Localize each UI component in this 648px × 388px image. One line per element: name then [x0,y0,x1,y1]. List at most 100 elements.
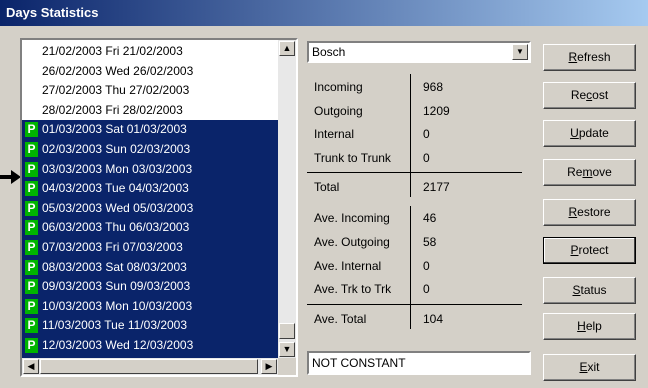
internal-value: 0 [423,127,430,141]
days-listbox[interactable]: 21/02/2003 Fri 21/02/2003 26/02/2003 Wed … [20,38,298,377]
protected-p-icon: P [25,318,38,334]
ave-internal-value: 0 [423,259,430,273]
incoming-value: 968 [423,80,444,94]
status-accel: S [572,283,581,297]
list-item[interactable]: 28/02/2003 Fri 28/02/2003 [22,101,280,121]
ave-incoming-label: Ave. Incoming [314,211,390,225]
protected-p-icon: P [25,141,38,157]
protected-p-icon: P [25,279,38,295]
scroll-down-button[interactable]: ▼ [279,342,295,357]
help-accel: H [577,319,586,333]
title-bar: Days Statistics [0,0,648,26]
divider [410,305,411,329]
list-item-text: 26/02/2003 Wed 26/02/2003 [42,63,194,78]
list-item[interactable]: P 03/03/2003 Mon 03/03/2003 [22,159,280,180]
scroll-up-button[interactable]: ▲ [279,41,295,56]
list-item-text: 01/03/2003 Sat 01/03/2003 [42,122,187,137]
exit-button[interactable]: Exit [543,354,636,381]
ave-trk-label: Ave. Trk to Trk [314,282,392,296]
horizontal-scroll-thumb[interactable] [40,359,258,374]
list-item[interactable]: P 02/03/2003 Sun 02/03/2003 [22,139,280,160]
refresh-button[interactable]: Refresh [543,44,636,71]
ave-outgoing-label: Ave. Outgoing [314,235,390,249]
list-item-text: 21/02/2003 Fri 21/02/2003 [42,44,183,58]
update-label: pdate [578,126,609,140]
divider [410,206,411,304]
status-button[interactable]: Status [543,277,636,304]
protected-p-icon: P [25,161,38,177]
status-field: NOT CONSTANT [307,351,531,375]
protected-p-icon: P [25,220,38,236]
update-button[interactable]: Update [543,120,636,147]
divider [307,172,522,173]
list-item-text: 27/02/2003 Thu 27/02/2003 [42,83,190,98]
protect-button[interactable]: Protect [543,237,636,264]
scroll-corner [278,358,296,375]
refresh-label: efresh [577,50,611,64]
recost-label-pre: Re [570,88,587,102]
recost-button[interactable]: Recost [543,82,636,109]
ave-total-value: 104 [423,312,444,326]
list-item-text: 02/03/2003 Sun 02/03/2003 [42,141,191,156]
divider [410,173,411,197]
help-button[interactable]: Help [543,313,636,340]
window-title: Days Statistics [6,5,99,20]
list-item-text: 12/03/2003 Wed 12/03/2003 [42,337,194,352]
remove-label-pre: Re [567,165,583,179]
list-item-text: 10/03/2003 Mon 10/03/2003 [42,298,193,313]
list-item[interactable]: P 11/03/2003 Tue 11/03/2003 [22,316,280,336]
combo-value: Bosch [312,45,346,59]
outgoing-label: Outgoing [314,104,363,118]
list-item[interactable]: P 04/03/2003 Tue 04/03/2003 [22,179,280,199]
ave-outgoing-value: 58 [423,235,437,249]
exit-label: xit [587,360,600,374]
restore-button[interactable]: Restore [543,199,636,226]
restore-accel: R [568,205,578,219]
scroll-thumb[interactable] [279,323,295,339]
protected-p-icon: P [25,122,38,138]
protected-p-icon: P [25,337,38,353]
total-label: Total [314,180,340,194]
ave-trk-value: 0 [423,282,430,296]
status-label: tatus [580,283,607,297]
update-accel: U [570,126,579,140]
outgoing-value: 1209 [423,104,450,118]
chevron-down-icon[interactable]: ▼ [512,44,528,60]
list-item[interactable]: P 12/03/2003 Wed 12/03/2003 [22,335,280,356]
horizontal-scrollbar[interactable]: ◀ ▶ [22,358,280,375]
protected-p-icon: P [25,200,38,216]
exit-accel: E [579,360,588,374]
list-item-text: 09/03/2003 Sun 09/03/2003 [42,279,191,294]
list-item-text: 04/03/2003 Tue 04/03/2003 [42,181,189,196]
list-item[interactable]: P 06/03/2003 Thu 06/03/2003 [22,218,280,238]
list-item[interactable]: P 10/03/2003 Mon 10/03/2003 [22,296,280,317]
list-item-text: 08/03/2003 Sat 08/03/2003 [42,259,187,274]
trunk-label: Trunk to Trunk [314,151,391,165]
divider [307,304,522,305]
vertical-scrollbar[interactable]: ▲ ▼ [278,40,296,358]
list-item[interactable]: P 07/03/2003 Fri 07/03/2003 [22,237,280,258]
scroll-left-button[interactable]: ◀ [23,359,39,374]
restore-label: estore [577,205,611,219]
extension-combo[interactable]: Bosch ▼ [307,41,531,63]
pointer-arrow-icon [0,170,21,184]
list-item[interactable]: 26/02/2003 Wed 26/02/2003 [22,62,280,82]
total-value: 2177 [423,180,450,194]
protect-label: rotect [578,243,609,257]
list-item[interactable]: P 01/03/2003 Sat 01/03/2003 [22,120,280,140]
list-item[interactable]: P 08/03/2003 Sat 08/03/2003 [22,257,280,278]
internal-label: Internal [314,127,355,141]
scroll-right-button[interactable]: ▶ [261,359,277,374]
list-item[interactable]: P 09/03/2003 Sun 09/03/2003 [22,277,280,297]
protect-accel: P [570,243,579,257]
remove-button[interactable]: Remove [543,159,636,186]
ave-internal-label: Ave. Internal [314,259,382,273]
list-item[interactable]: 21/02/2003 Fri 21/02/2003 [22,42,280,62]
list-item-text: 11/03/2003 Tue 11/03/2003 [42,318,188,333]
list-item-text: 05/03/2003 Wed 05/03/2003 [42,200,194,215]
list-item[interactable]: 27/02/2003 Thu 27/02/2003 [22,81,280,101]
list-item-text: 28/02/2003 Fri 28/02/2003 [42,102,183,117]
list-item[interactable]: P 05/03/2003 Wed 05/03/2003 [22,198,280,219]
trunk-value: 0 [423,151,430,165]
list-item-text: 06/03/2003 Thu 06/03/2003 [42,220,190,235]
